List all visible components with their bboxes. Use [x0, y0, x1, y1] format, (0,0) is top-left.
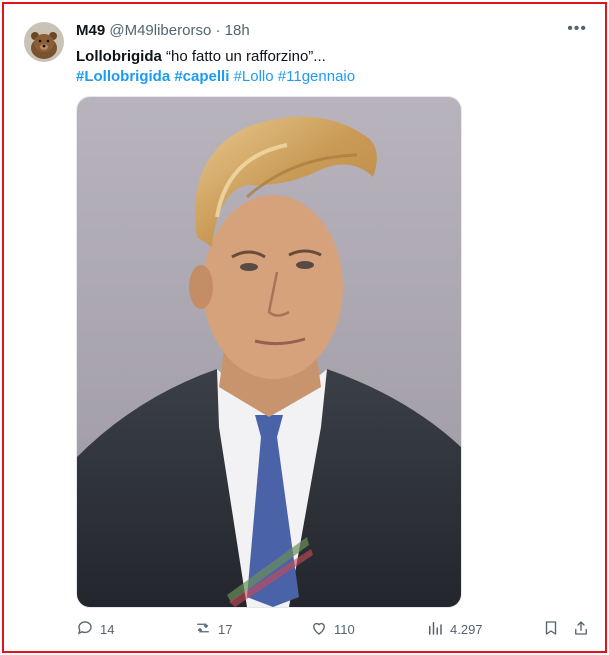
tweet-text-bold: Lollobrigida	[76, 48, 162, 65]
share-icon	[572, 619, 590, 640]
reply-button[interactable]: 14	[76, 619, 114, 640]
tweet-time[interactable]: 18h	[225, 22, 250, 39]
tweet-card[interactable]: M49 @M49liberorso · 18h ••• Lollobrigida…	[4, 4, 605, 651]
reply-icon	[76, 619, 94, 640]
like-button[interactable]: 110	[310, 619, 355, 640]
hashtag-link[interactable]: #11gennaio	[278, 68, 355, 85]
avatar[interactable]	[24, 22, 64, 62]
bookmark-icon	[542, 619, 560, 640]
views-count: 4.297	[450, 622, 483, 637]
tweet-image[interactable]	[76, 96, 462, 608]
hashtag-link[interactable]: #Lollobrigida	[76, 68, 170, 85]
share-button[interactable]	[572, 619, 590, 640]
tweet-text-rest: “ho fatto un rafforzino”...	[161, 48, 326, 65]
like-count: 110	[334, 622, 355, 637]
views-icon	[426, 619, 444, 640]
retweet-count: 17	[218, 622, 233, 637]
more-icon: •••	[567, 20, 587, 37]
author-handle[interactable]: @M49liberorso	[109, 22, 211, 39]
separator-dot: ·	[215, 22, 221, 39]
reply-count: 14	[100, 622, 115, 637]
retweet-icon	[194, 619, 212, 640]
retweet-button[interactable]: 17	[194, 619, 232, 640]
hashtags: #Lollobrigida #capelli #Lollo #11gennaio	[76, 66, 355, 88]
more-options-button[interactable]: •••	[567, 20, 587, 38]
hashtag-link[interactable]: #capelli	[174, 68, 229, 85]
author-name[interactable]: M49	[76, 22, 105, 39]
tweet-text: Lollobrigida “ho fatto un rafforzino”...	[76, 46, 326, 68]
hashtag-link[interactable]: #Lollo	[234, 68, 274, 85]
action-bar: 14 17 110 4.297	[76, 619, 596, 643]
views-button[interactable]: 4.297	[426, 619, 483, 640]
heart-icon	[310, 619, 328, 640]
tweet-header: M49 @M49liberorso · 18h	[76, 22, 250, 39]
screenshot-frame: M49 @M49liberorso · 18h ••• Lollobrigida…	[2, 2, 607, 653]
bookmark-button[interactable]	[542, 619, 560, 640]
